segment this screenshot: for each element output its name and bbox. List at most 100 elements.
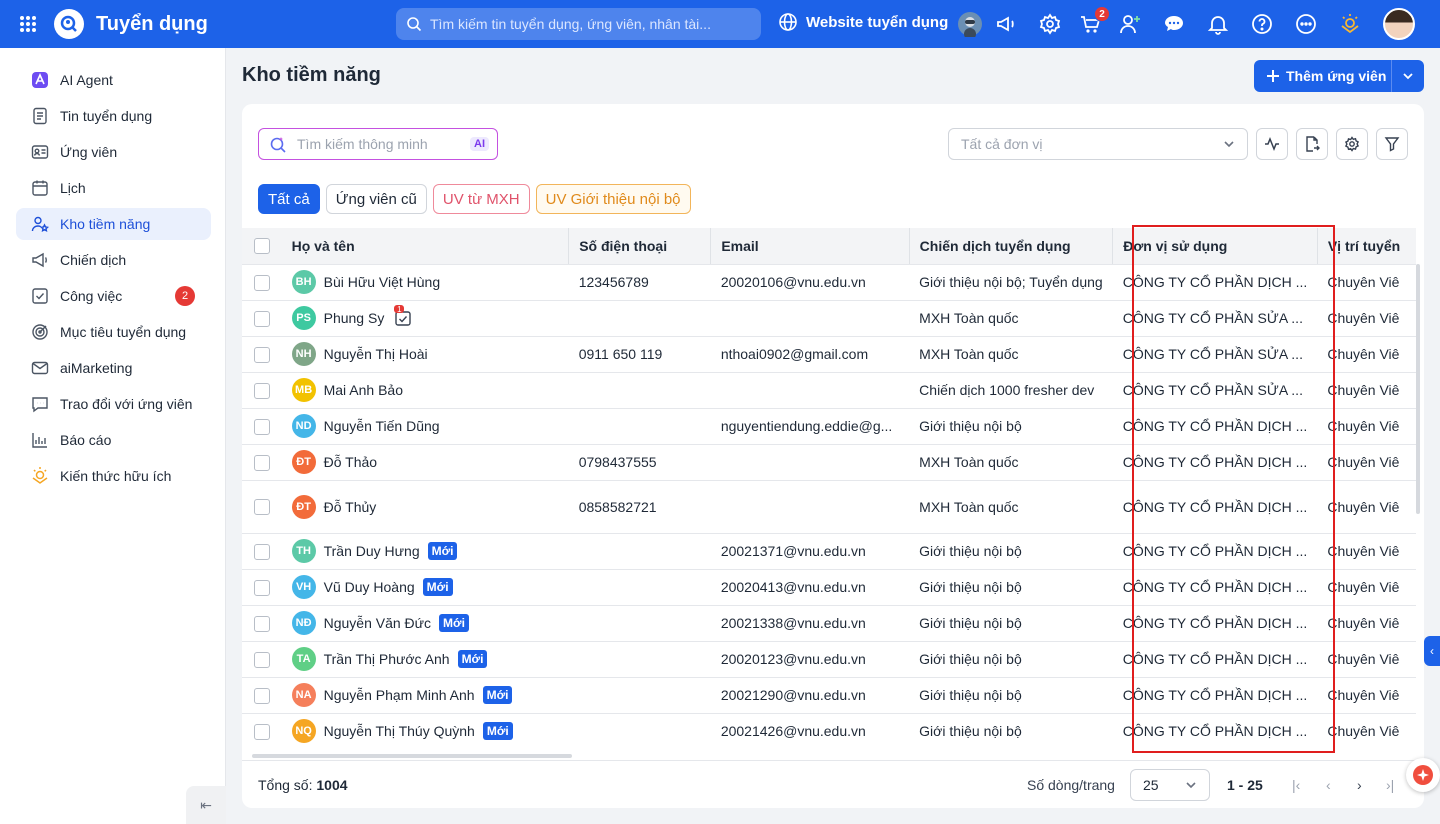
sidebar-item-knowledge[interactable]: Kiến thức hữu ích [16, 460, 211, 492]
sidebar-item-ai-agent[interactable]: AI Agent [16, 64, 211, 96]
last-page-icon[interactable]: ›| [1386, 777, 1394, 793]
user-avatar[interactable] [1383, 8, 1415, 40]
table-row[interactable]: NA Nguyễn Phạm Minh Anh Mới 20021290@vnu.ed… [242, 677, 1416, 714]
row-checkbox[interactable] [254, 543, 270, 560]
export-file-icon[interactable] [1296, 128, 1328, 160]
candidate-name[interactable]: Nguyễn Tiến Dũng [324, 418, 440, 434]
candidate-name[interactable]: Bùi Hữu Việt Hùng [324, 274, 441, 290]
name-cell: TA Trần Thị Phước Anh Mới [281, 641, 569, 678]
add-candidate-dropdown-icon[interactable] [1392, 70, 1424, 82]
column-header[interactable]: Vị trí tuyển [1316, 228, 1416, 265]
candidate-name[interactable]: Nguyễn Thị Hoài [324, 346, 428, 362]
tab-all[interactable]: Tất cả [258, 184, 320, 214]
unit-select[interactable]: Tất cả đơn vị [948, 128, 1248, 160]
more-options-icon[interactable] [1292, 10, 1320, 38]
tab-social-candidates[interactable]: UV từ MXH [432, 184, 530, 214]
sidebar-item-job-posts[interactable]: Tin tuyển dụng [16, 100, 211, 132]
candidate-name[interactable]: Trần Duy Hưng [324, 543, 420, 559]
candidate-name[interactable]: Đỗ Thủy [324, 499, 377, 515]
global-search[interactable] [396, 8, 761, 40]
table-row[interactable]: TH Trần Duy Hưng Mới 20021371@vnu.edu.vn Giớ… [242, 533, 1416, 570]
row-checkbox[interactable] [254, 615, 270, 632]
table-row[interactable]: MB Mai Anh Bảo Chiến dịch 1000 fresher dev… [242, 372, 1416, 409]
candidate-name[interactable]: Mai Anh Bảo [324, 382, 403, 398]
collapse-sidebar-icon[interactable]: ⇤ [186, 786, 226, 824]
activity-icon[interactable] [1256, 128, 1288, 160]
ai-assistant-sparkle-icon[interactable] [1406, 758, 1440, 792]
column-header[interactable]: Đơn vị sử dụng [1112, 228, 1318, 265]
row-checkbox[interactable] [254, 418, 270, 435]
sidebar-item-aimarketing[interactable]: aiMarketing [16, 352, 211, 384]
website-link[interactable]: Website tuyển dụng [778, 12, 948, 32]
tab-old-candidates[interactable]: Ứng viên cũ [325, 184, 427, 214]
row-checkbox[interactable] [254, 579, 270, 596]
smart-search-input[interactable] [297, 136, 470, 152]
candidate-name[interactable]: Vũ Duy Hoàng [324, 579, 415, 595]
lightbulb-book-icon[interactable] [1336, 10, 1364, 38]
column-header[interactable]: Họ và tên [281, 228, 569, 265]
bot-avatar-icon[interactable] [956, 10, 984, 38]
sidebar-item-candidates[interactable]: Ứng viên [16, 136, 211, 168]
global-search-input[interactable] [430, 16, 761, 32]
table-row[interactable]: BH Bùi Hữu Việt Hùng 123456789 20020106@vnu… [242, 264, 1416, 301]
sidebar-item-recruitment-goals[interactable]: Mục tiêu tuyển dụng [16, 316, 211, 348]
next-page-icon[interactable]: › [1357, 777, 1362, 793]
chat-bubble-icon[interactable] [1160, 10, 1188, 38]
table-row[interactable]: PS Phung Sy 1 MXH Toàn quốc CÔNG TY CỔ PHẦN … [242, 300, 1416, 337]
sidebar-item-candidate-chat[interactable]: Trao đổi với ứng viên [16, 388, 211, 420]
vertical-scrollbar[interactable] [1416, 264, 1420, 514]
row-checkbox[interactable] [254, 651, 270, 668]
row-checkbox[interactable] [254, 346, 270, 363]
row-checkbox[interactable] [254, 499, 270, 516]
side-panel-toggle-icon[interactable]: ‹ [1424, 636, 1440, 666]
settings-icon[interactable] [1336, 128, 1368, 160]
rows-per-page-select[interactable]: 25 [1130, 769, 1210, 801]
column-header[interactable]: Email [710, 228, 910, 265]
table-row[interactable]: VH Vũ Duy Hoàng Mới 20020413@vnu.edu.vn Giới… [242, 569, 1416, 606]
megaphone-icon[interactable] [992, 10, 1020, 38]
settings-gear-icon[interactable] [1036, 10, 1064, 38]
filter-icon[interactable] [1376, 128, 1408, 160]
smart-search[interactable]: AI [258, 128, 498, 160]
bell-icon[interactable] [1204, 10, 1232, 38]
sidebar-item-calendar[interactable]: Lịch [16, 172, 211, 204]
table-row[interactable]: NH Nguyễn Thị Hoài 0911 650 119 nthoai0902@… [242, 336, 1416, 373]
add-candidate-main[interactable]: Thêm ứng viên [1254, 60, 1392, 92]
table-row[interactable]: ND Nguyễn Tiến Dũng nguyentiendung.eddie@g… [242, 408, 1416, 445]
table-row[interactable]: NQ Nguyễn Thị Thúy Quỳnh Mới 20021426@vnu.e… [242, 713, 1416, 748]
table-row[interactable]: ĐT Đỗ Thảo 0798437555 MXH Toàn quốc CÔNG TY … [242, 444, 1416, 481]
cart-icon[interactable]: 2 [1076, 6, 1110, 38]
row-checkbox[interactable] [254, 723, 270, 740]
horizontal-scrollbar[interactable] [252, 754, 572, 758]
add-user-icon[interactable] [1116, 10, 1144, 38]
calendar-check-icon[interactable]: 1 [394, 305, 412, 327]
row-checkbox[interactable] [254, 310, 270, 327]
prev-page-icon[interactable]: ‹ [1326, 777, 1331, 793]
candidate-name[interactable]: Trần Thị Phước Anh [324, 651, 450, 667]
row-checkbox[interactable] [254, 382, 270, 399]
tab-referral-candidates[interactable]: UV Giới thiệu nội bộ [535, 184, 691, 214]
sidebar-item-talent-pool[interactable]: Kho tiềm năng [16, 208, 211, 240]
sidebar-item-campaigns[interactable]: Chiến dịch [16, 244, 211, 276]
candidate-name[interactable]: Nguyễn Phạm Minh Anh [324, 687, 475, 703]
help-icon[interactable] [1248, 10, 1276, 38]
candidate-name[interactable]: Nguyễn Thị Thúy Quỳnh [324, 723, 475, 739]
candidate-name[interactable]: Đỗ Thảo [324, 454, 377, 470]
candidate-name[interactable]: Nguyễn Văn Đức [324, 615, 431, 631]
table-row[interactable]: NĐ Nguyễn Văn Đức Mới 20021338@vnu.edu.vn Gi… [242, 605, 1416, 642]
sidebar-item-reports[interactable]: Báo cáo [16, 424, 211, 456]
first-page-icon[interactable]: |‹ [1292, 777, 1300, 793]
row-checkbox[interactable] [254, 687, 270, 704]
chevron-down-icon [1224, 141, 1234, 148]
column-header[interactable]: Số điện thoại [568, 228, 711, 265]
row-checkbox[interactable] [254, 454, 270, 471]
candidate-name[interactable]: Phung Sy [324, 310, 385, 326]
app-grid-icon[interactable] [10, 6, 46, 42]
table-row[interactable]: ĐT Đỗ Thủy 0858582721 MXH Toàn quốc CÔNG TY … [242, 480, 1416, 534]
add-candidate-button[interactable]: Thêm ứng viên [1254, 60, 1424, 92]
select-all-checkbox[interactable] [254, 238, 270, 255]
row-checkbox[interactable] [254, 274, 270, 291]
column-header[interactable]: Chiến dịch tuyển dụng [908, 228, 1113, 265]
table-row[interactable]: TA Trần Thị Phước Anh Mới 20020123@vnu.edu.… [242, 641, 1416, 678]
sidebar-item-tasks[interactable]: Công việc 2 [16, 280, 211, 312]
